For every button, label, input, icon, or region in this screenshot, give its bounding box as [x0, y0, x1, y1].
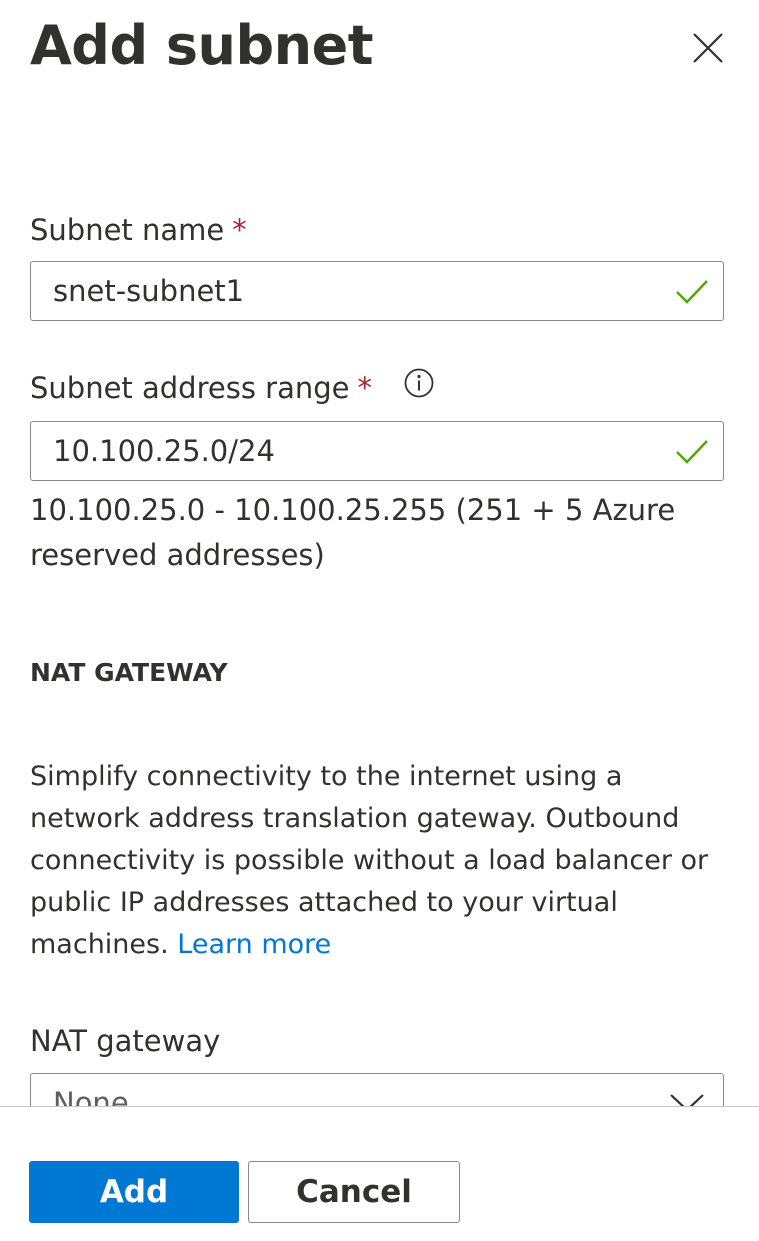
nat-description-text: Simplify connectivity to the internet us… — [30, 761, 709, 960]
required-marker: * — [357, 371, 372, 405]
subnet-name-label: Subnet name * — [30, 212, 247, 248]
subnet-name-value[interactable]: snet-subnet1 — [53, 273, 244, 309]
close-icon — [693, 33, 723, 63]
nat-gateway-selected[interactable]: None — [53, 1085, 129, 1106]
nat-gateway-label: NAT gateway — [30, 1024, 221, 1058]
checkmark-icon — [675, 437, 709, 471]
address-range-label: Subnet address range * — [30, 367, 435, 410]
address-range-input[interactable]: 10.100.25.0/24 — [30, 421, 724, 481]
cancel-button[interactable]: Cancel — [248, 1161, 460, 1223]
panel-content[interactable]: Add subnet Subnet name * snet-subnet1 Sub… — [0, 0, 759, 1106]
learn-more-link[interactable]: Learn more — [177, 929, 331, 960]
nat-description: Simplify connectivity to the internet us… — [30, 756, 740, 966]
chevron-down-icon — [669, 1090, 705, 1106]
close-button[interactable] — [688, 28, 728, 68]
info-icon[interactable] — [403, 367, 435, 407]
add-button[interactable]: Add — [29, 1161, 239, 1223]
address-range-value[interactable]: 10.100.25.0/24 — [53, 433, 275, 469]
nat-gateway-dropdown[interactable]: None — [30, 1073, 724, 1106]
address-range-hint: 10.100.25.0 - 10.100.25.255 (251 + 5 Azu… — [30, 493, 676, 572]
nat-section-heading: NAT GATEWAY — [30, 658, 228, 687]
page-title: Add subnet — [30, 14, 374, 77]
address-range-label-text: Subnet address range — [30, 371, 350, 405]
subnet-name-label-text: Subnet name — [30, 213, 225, 247]
add-subnet-panel: Add subnet Subnet name * snet-subnet1 Sub… — [0, 0, 759, 1241]
required-marker: * — [232, 213, 247, 247]
panel-footer: Add Cancel — [0, 1106, 759, 1241]
subnet-name-input[interactable]: snet-subnet1 — [30, 261, 724, 321]
checkmark-icon — [675, 277, 709, 311]
